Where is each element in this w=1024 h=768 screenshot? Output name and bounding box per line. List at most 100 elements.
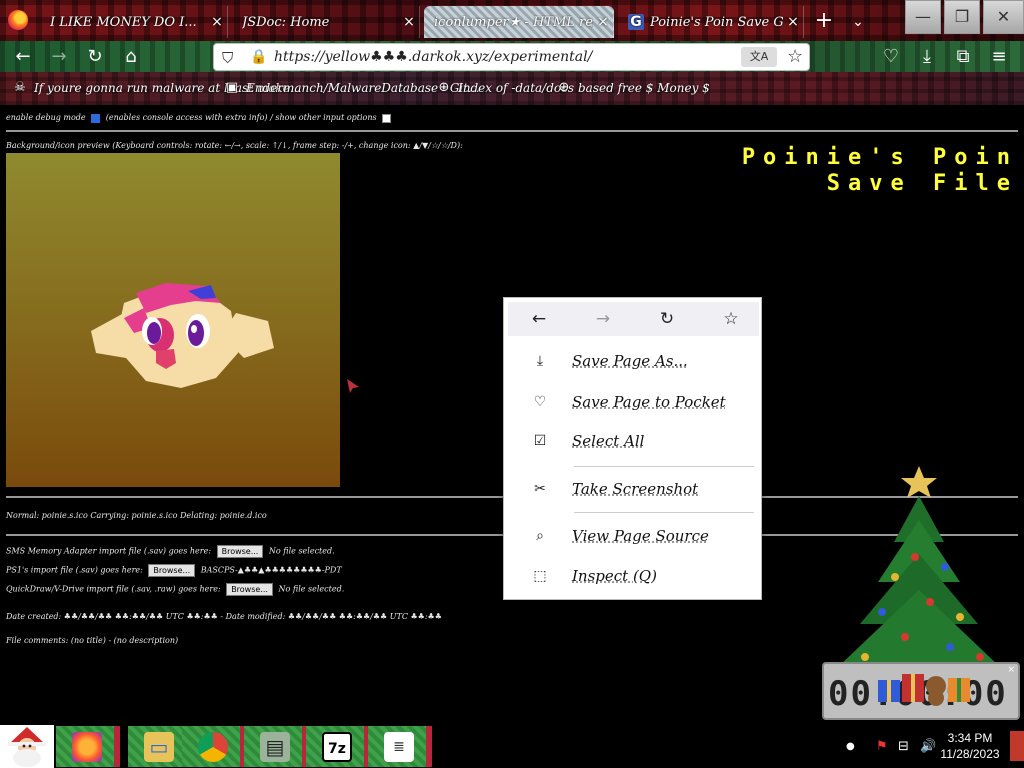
file-explorer-icon: ▭ bbox=[144, 732, 174, 762]
take-screenshot-item[interactable]: ✂ Take Screenshot bbox=[508, 472, 759, 506]
bookmark-star-icon[interactable]: ☆ bbox=[787, 46, 803, 67]
nav-bar: ← → ↻ ⌂ ⛉ 🔒 https://yellow♣♣♣.darkok.xyz… bbox=[0, 41, 1024, 72]
tab-close-icon[interactable]: × bbox=[207, 14, 227, 30]
network-icon[interactable]: ⊟ bbox=[898, 725, 909, 768]
ps1-file-status: BASCPS-▲♣♣▲♣♣♣♣♣♣♣♣-PDT bbox=[200, 565, 342, 575]
tab-label: iconlumper★ - HTML reference bbox=[434, 14, 593, 30]
tab-label: I LIKE MONEY DO I... bbox=[50, 14, 197, 30]
inspect-icon: ⬚ bbox=[533, 568, 547, 584]
pocket-icon: ♡ bbox=[533, 394, 547, 410]
pocket-icon[interactable]: ♡ bbox=[878, 44, 904, 70]
new-tab-button[interactable]: + bbox=[810, 8, 838, 36]
tab-1[interactable]: I LIKE MONEY DO I... × bbox=[40, 6, 228, 38]
url-text[interactable]: https://yellow♣♣♣.darkok.xyz/experimenta… bbox=[274, 49, 592, 65]
translate-icon[interactable]: 文A bbox=[741, 47, 777, 67]
icon-info-line: Normal: poinie.s.ico Carrying: poinie.s.… bbox=[6, 511, 267, 520]
close-window-button[interactable]: ✕ bbox=[983, 0, 1024, 34]
7zip-icon: 7z bbox=[322, 732, 352, 762]
lock-icon[interactable]: 🔒 bbox=[250, 49, 267, 65]
menu-item-label: Select All bbox=[572, 432, 645, 450]
globe-icon: ⊕ bbox=[558, 80, 570, 95]
screenshot-icon: ✂ bbox=[534, 481, 546, 497]
tab-2[interactable]: JSDoc: Home × bbox=[232, 6, 420, 38]
download-icon[interactable]: ⤓ bbox=[914, 44, 940, 70]
bookmarks-bar: ☠ If youre gonna run malware at least ma… bbox=[0, 72, 1024, 105]
tray-dot-icon[interactable]: ● bbox=[846, 725, 855, 768]
other-options-checkbox[interactable] bbox=[382, 113, 392, 123]
taskbar-chrome[interactable] bbox=[182, 726, 246, 767]
ps1-browse-button[interactable]: Browse... bbox=[148, 564, 196, 577]
bookmark-label: based free $ Money $ bbox=[578, 81, 710, 95]
tab-4[interactable]: G Poinie's Poin Save Game E... × bbox=[618, 6, 804, 38]
qd-browse-button[interactable]: Browse... bbox=[226, 583, 273, 596]
tab-list-button[interactable]: ⌄ bbox=[846, 8, 870, 36]
volume-icon[interactable]: 🔊 bbox=[920, 725, 936, 768]
inspect-item[interactable]: ⬚ Inspect (Q) bbox=[508, 559, 759, 593]
reload-button[interactable]: ↻ bbox=[82, 44, 108, 70]
widget-clock: 00:00:00 × bbox=[822, 662, 1020, 720]
poinie-character-image bbox=[91, 283, 274, 388]
minimize-button[interactable]: — bbox=[905, 0, 941, 34]
sms-browse-button[interactable]: Browse... bbox=[216, 545, 264, 558]
globe-icon: ⊕ bbox=[438, 80, 450, 95]
context-nav-row: ← → ↻ ☆ bbox=[508, 302, 759, 336]
sms-import-row: SMS Memory Adapter import file (.sav) go… bbox=[6, 545, 335, 558]
qd-import-row: QuickDraw/V-Drive import file (.sav, .ra… bbox=[6, 583, 344, 596]
extensions-icon[interactable]: ⧉ bbox=[950, 44, 976, 70]
widget-close-icon[interactable]: × bbox=[1007, 665, 1015, 675]
sms-file-status: No file selected. bbox=[268, 546, 335, 556]
start-button[interactable] bbox=[0, 725, 54, 768]
page-title: Poinie's Poin Save File bbox=[742, 145, 1018, 197]
select-all-item[interactable]: ☑ Select All bbox=[508, 424, 759, 458]
taskbar: ▭ ▤ 7z ≣ ● ⚑ ⊟ 🔊 3:34 PM 11/28/2023 bbox=[0, 725, 1024, 768]
shield-icon[interactable]: ⛉ bbox=[222, 49, 233, 67]
tab-close-icon[interactable]: × bbox=[593, 14, 613, 30]
show-desktop-button[interactable] bbox=[1010, 731, 1024, 761]
forward-button[interactable]: → bbox=[46, 44, 72, 70]
menu-separator bbox=[574, 466, 754, 467]
menu-item-label: View Page Source bbox=[572, 527, 709, 545]
ctx-reload-icon[interactable]: ↻ bbox=[656, 308, 678, 330]
notepad-icon: ≣ bbox=[384, 732, 414, 762]
skull-icon: ☠ bbox=[14, 80, 26, 95]
tab-close-icon[interactable]: × bbox=[399, 14, 419, 30]
options-description: (enables console access with extra info)… bbox=[105, 113, 377, 122]
taskbar-clock[interactable]: 3:34 PM 11/28/2023 bbox=[940, 730, 1000, 762]
tab-bar: I LIKE MONEY DO I... × JSDoc: Home × ico… bbox=[0, 0, 1024, 41]
url-bar[interactable]: ⛉ 🔒 https://yellow♣♣♣.darkok.xyz/experim… bbox=[213, 43, 810, 71]
firefox-logo-icon[interactable] bbox=[8, 10, 28, 30]
preview-canvas[interactable] bbox=[6, 153, 340, 487]
clock-time: 3:34 PM bbox=[947, 731, 993, 745]
divider bbox=[6, 130, 1018, 132]
menu-item-label: Save Page to Pocket bbox=[572, 393, 726, 411]
save-to-pocket-item[interactable]: ♡ Save Page to Pocket bbox=[508, 385, 759, 419]
taskbar-computer[interactable]: ▤ bbox=[244, 726, 308, 767]
date-line: Date created: ♣♣/♣♣/♣♣ ♣♣:♣♣/♣♣ UTC ♣♣:♣… bbox=[6, 612, 442, 621]
ps1-import-row: PS1's import file (.sav) goes here: Brow… bbox=[6, 564, 342, 577]
ctx-back-icon[interactable]: ← bbox=[528, 308, 550, 330]
ctx-forward-icon[interactable]: → bbox=[592, 308, 614, 330]
save-page-as-item[interactable]: ⤓ Save Page As... bbox=[508, 344, 759, 378]
tray-flag-icon[interactable]: ⚑ bbox=[876, 725, 888, 768]
title-line-2: Save File bbox=[826, 171, 1018, 196]
tab-close-icon[interactable]: × bbox=[783, 14, 803, 30]
bookmark-item[interactable]: ⊕ Index of -data/docs bbox=[436, 80, 574, 96]
qd-import-label: QuickDraw/V-Drive import file (.sav, .ra… bbox=[6, 584, 221, 594]
firefox-icon bbox=[72, 732, 102, 762]
back-button[interactable]: ← bbox=[10, 44, 36, 70]
github-icon: ▣ bbox=[225, 80, 239, 95]
bookmark-item[interactable]: ⊕ based free $ Money $ bbox=[556, 80, 710, 96]
qd-file-status: No file selected. bbox=[278, 584, 345, 594]
home-button[interactable]: ⌂ bbox=[118, 44, 144, 70]
cursor-icon bbox=[347, 379, 359, 393]
tab-3-active[interactable]: iconlumper★ - HTML reference × bbox=[424, 6, 614, 38]
taskbar-notepad[interactable]: ≣ bbox=[368, 726, 432, 767]
taskbar-firefox[interactable] bbox=[56, 726, 120, 767]
taskbar-7zip[interactable]: 7z bbox=[306, 726, 370, 767]
view-source-item[interactable]: ⌕ View Page Source bbox=[508, 519, 759, 553]
debug-mode-checkbox[interactable] bbox=[91, 113, 101, 123]
restore-button[interactable]: ❐ bbox=[944, 0, 980, 34]
menu-icon[interactable]: ≡ bbox=[986, 44, 1012, 70]
ctx-bookmark-icon[interactable]: ☆ bbox=[720, 308, 742, 330]
tab-favicon-icon: G bbox=[628, 14, 644, 30]
